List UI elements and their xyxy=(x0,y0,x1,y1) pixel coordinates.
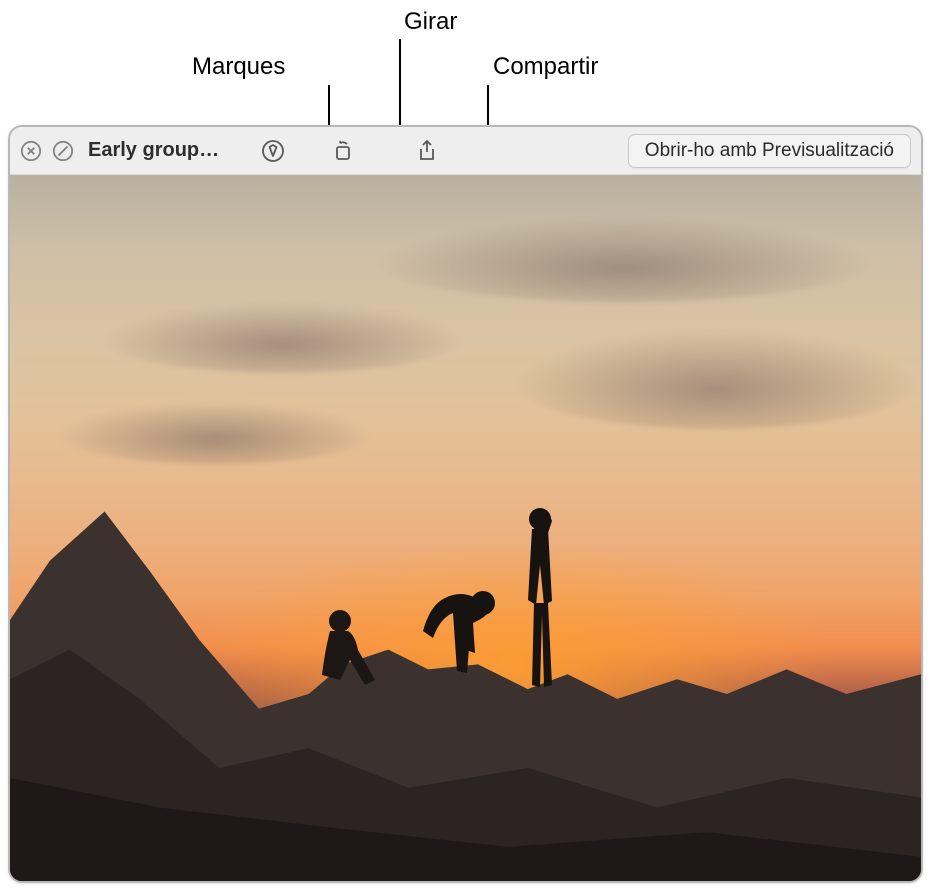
window-title: Early group… xyxy=(88,139,219,162)
markup-icon xyxy=(261,139,285,163)
titlebar: Early group… Obrir-ho amb Previsual xyxy=(10,127,921,175)
callout-markup-label: Marques xyxy=(192,53,285,81)
photo-person-standing xyxy=(510,505,570,705)
rotate-icon xyxy=(331,139,355,163)
open-with-preview-label: Obrir-ho amb Previsualització xyxy=(645,140,894,162)
photo-cloud xyxy=(56,401,375,465)
image-viewport xyxy=(10,175,921,881)
quick-look-window: Early group… Obrir-ho amb Previsual xyxy=(8,125,923,883)
callout-share-label: Compartir xyxy=(493,53,598,81)
photo-cloud xyxy=(101,302,465,373)
markup-button[interactable] xyxy=(253,133,293,169)
open-with-preview-button[interactable]: Obrir-ho amb Previsualització xyxy=(628,134,911,168)
share-icon xyxy=(415,139,439,163)
photo-person-bending xyxy=(405,553,515,683)
share-button[interactable] xyxy=(407,133,447,169)
photo-cloud xyxy=(374,217,875,302)
rotate-button[interactable] xyxy=(323,133,363,169)
close-icon[interactable] xyxy=(20,140,42,162)
photo-person-sitting xyxy=(310,605,380,705)
callout-rotate-label: Girar xyxy=(404,8,457,36)
photo-cloud xyxy=(511,330,921,429)
fullscreen-toggle-icon[interactable] xyxy=(52,140,74,162)
